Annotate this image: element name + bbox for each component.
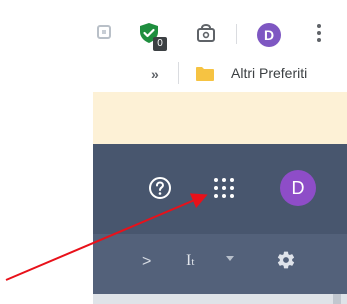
sub-toolbar [93, 234, 347, 294]
text-format-button[interactable]: It [186, 252, 194, 270]
bookmarks-divider [178, 62, 179, 84]
account-avatar[interactable]: D [280, 170, 316, 206]
scrollbar[interactable] [333, 294, 341, 304]
caret-down-icon[interactable] [226, 256, 234, 261]
chevron-right-icon[interactable]: > [142, 253, 151, 271]
toolbar-divider [236, 24, 237, 44]
info-banner [93, 92, 347, 144]
shopping-bag-icon[interactable] [196, 24, 216, 42]
content-area [93, 294, 347, 304]
left-margin [0, 0, 93, 304]
apps-grid-icon[interactable] [214, 178, 234, 198]
profile-avatar[interactable]: D [257, 23, 281, 47]
browser-toolbar [93, 0, 347, 92]
bookmarks-folder-label[interactable]: Altri Preferiti [231, 65, 307, 81]
folder-icon[interactable] [195, 66, 215, 82]
gear-icon[interactable] [276, 250, 296, 270]
help-icon[interactable] [148, 176, 172, 200]
extension-box-icon[interactable] [97, 25, 111, 39]
bookmarks-overflow-chevron[interactable]: » [151, 66, 159, 82]
text-format-sub: t [191, 256, 195, 268]
extension-badge: 0 [153, 37, 167, 51]
more-vert-icon[interactable] [316, 22, 322, 46]
